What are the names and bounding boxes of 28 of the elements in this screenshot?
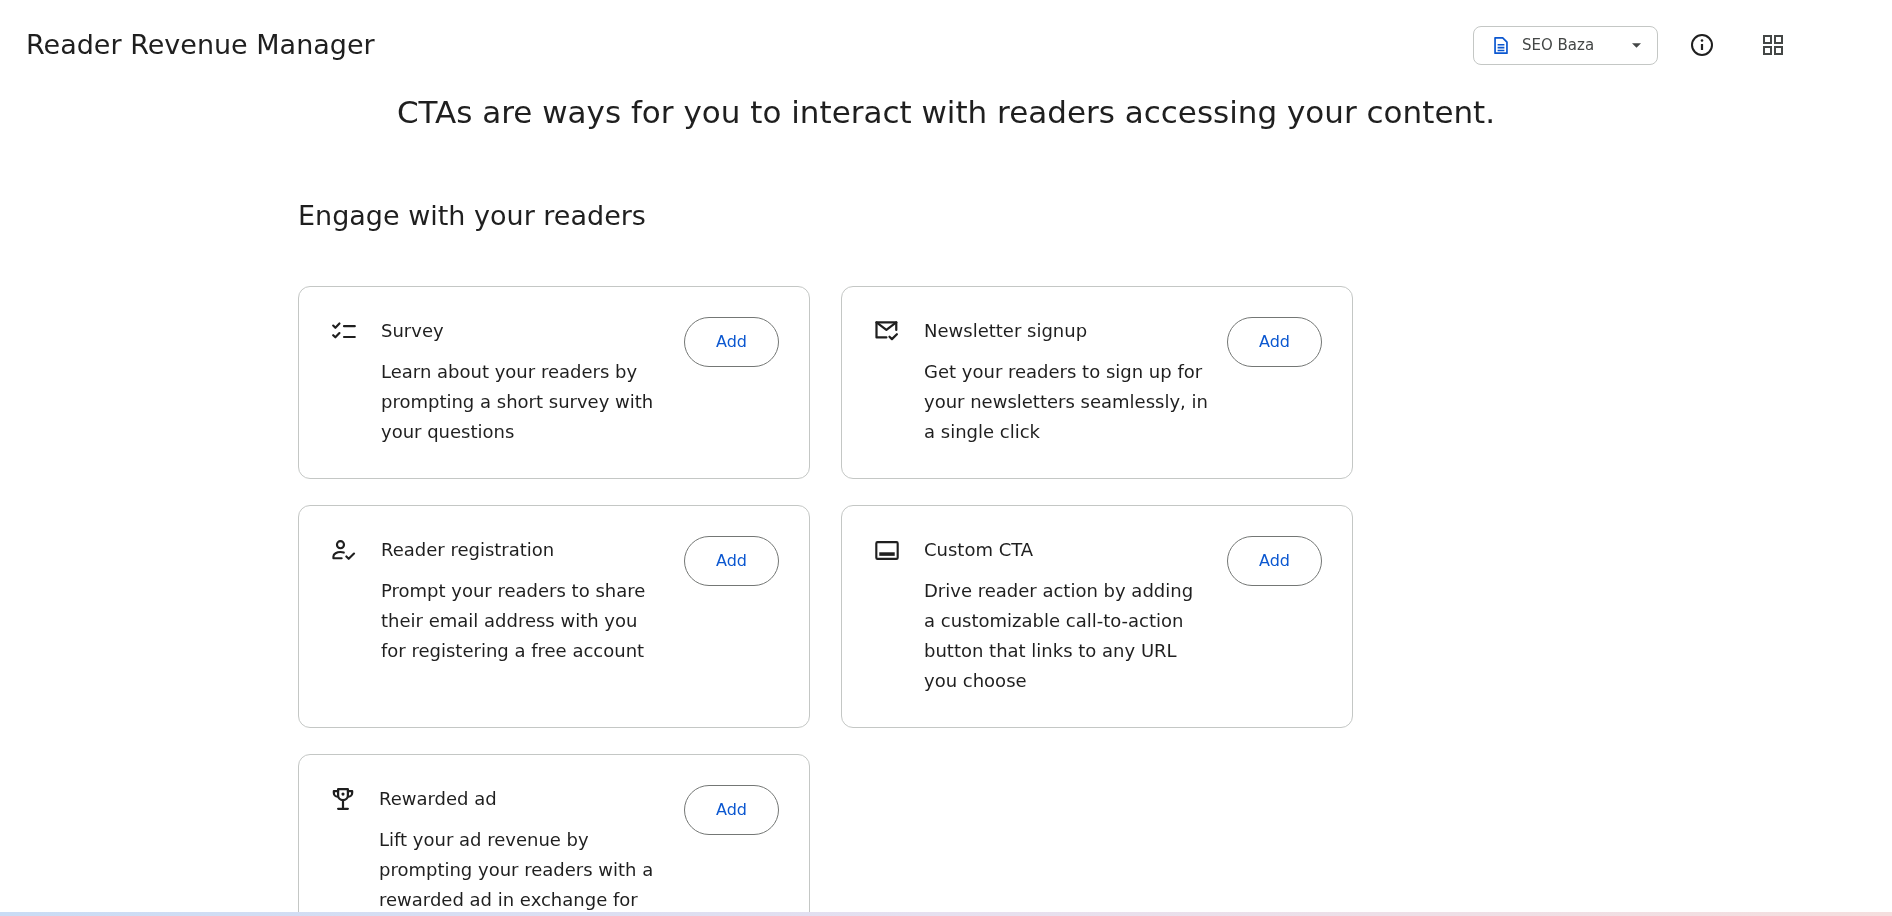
document-icon (1494, 36, 1508, 54)
trophy-icon (332, 788, 354, 810)
card-title: Custom CTA (924, 538, 1035, 562)
section-heading: Engage with your readers (298, 199, 646, 233)
caret-icon (1632, 42, 1641, 48)
add-button[interactable]: Add (1227, 317, 1322, 367)
app-title: Reader Revenue Manager (26, 28, 375, 62)
checklist-icon (332, 321, 356, 341)
add-button[interactable]: Add (684, 536, 779, 586)
publication-dropdown[interactable]: SEO Baza (1473, 25, 1658, 65)
apps-grid-icon[interactable] (1763, 35, 1783, 55)
envelope-check-icon (875, 320, 899, 341)
add-button[interactable]: Add (684, 317, 779, 367)
intro-heading: CTAs are ways for you to interact with readers accessing your content. (396, 93, 1496, 132)
card-description: Learn about your readers by prompting a short survey with your questions (381, 360, 654, 444)
card-description: Prompt your readers to share their email address with you for registering a free account (381, 579, 646, 663)
card-description: Get your readers to sign up for your newsletters seamlessly, in a single click (924, 360, 1208, 444)
card-title: Survey (381, 319, 445, 343)
add-button[interactable]: Add (684, 785, 779, 835)
info-icon[interactable] (1690, 33, 1714, 57)
add-button[interactable]: Add (1227, 536, 1322, 586)
panel-icon (875, 541, 899, 560)
card-description: Drive reader action by adding a customizable call-to-action button that links to any URL you choose (924, 579, 1194, 693)
card-title: Rewarded ad (379, 787, 498, 811)
card-description: Lift your ad revenue by prompting your readers with a rewarded ad in exchange for (379, 828, 654, 912)
person-check-icon (332, 540, 356, 560)
card-title: Newsletter signup (924, 319, 1089, 343)
card-title: Reader registration (381, 538, 556, 562)
